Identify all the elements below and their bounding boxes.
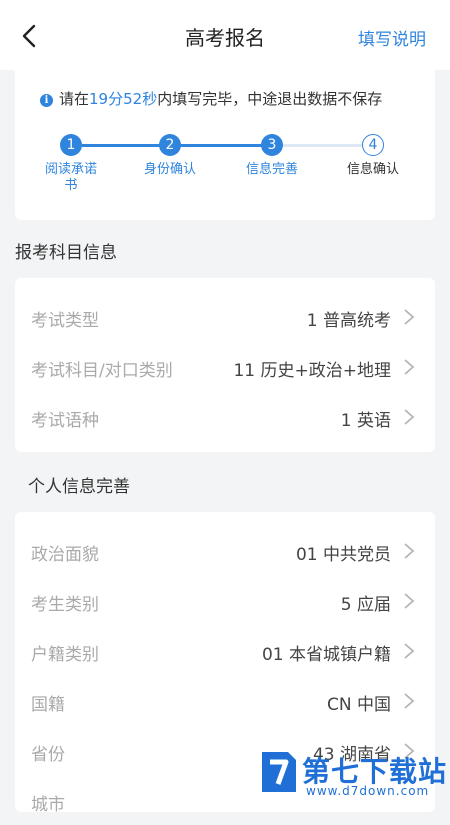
row-household-type[interactable]: 户籍类别 01 本省城镇户籍	[15, 625, 435, 675]
help-link[interactable]: 填写说明	[358, 25, 426, 50]
chevron-right-icon	[404, 643, 415, 659]
chevron-right-icon	[404, 693, 415, 709]
row-exam-type[interactable]: 考试类型 1 普高统考	[15, 291, 435, 341]
personal-section-title: 个人信息完善	[28, 477, 130, 497]
row-label: 城市	[31, 795, 65, 815]
row-exam-language[interactable]: 考试语种 1 英语	[15, 391, 435, 441]
row-label: 户籍类别	[31, 645, 99, 665]
watermark-logo: 第七下载站 www.d7down.com	[258, 748, 448, 800]
step-connector	[282, 144, 369, 147]
download-logo-icon	[262, 752, 296, 792]
row-value: 5 应届	[340, 595, 391, 615]
watermark-url: www.d7down.com	[306, 784, 430, 798]
row-value: 1 英语	[340, 411, 391, 431]
row-label: 考生类别	[31, 595, 99, 615]
row-value: 11 历史+政治+地理	[233, 361, 391, 381]
row-label: 国籍	[31, 695, 65, 715]
step-connector	[180, 144, 272, 147]
row-nationality[interactable]: 国籍 CN 中国	[15, 675, 435, 725]
step-4-circle: 4	[362, 134, 384, 156]
row-label: 政治面貌	[31, 545, 99, 565]
row-value: CN 中国	[327, 695, 391, 715]
row-value: 01 中共党员	[295, 545, 391, 565]
step-4-label: 信息确认	[346, 162, 399, 177]
row-label: 考试语种	[31, 411, 99, 431]
info-icon: i	[40, 94, 53, 107]
chevron-right-icon	[404, 409, 415, 425]
step-3-label: 信息完善	[245, 162, 298, 177]
time-notice: i 请在19分52秒内填写完毕，中途退出数据不保存	[40, 88, 382, 109]
row-candidate-type[interactable]: 考生类别 5 应届	[15, 575, 435, 625]
row-political-status[interactable]: 政治面貌 01 中共党员	[15, 525, 435, 575]
row-value: 1 普高统考	[306, 311, 391, 331]
progress-card: i 请在19分52秒内填写完毕，中途退出数据不保存 1 2 3 4 阅读承诺书 身…	[15, 64, 435, 220]
chevron-right-icon	[404, 543, 415, 559]
subjects-card: 考试类型 1 普高统考 考试科目/对口类别 11 历史+政治+地理 考试语种 1…	[15, 278, 435, 452]
countdown-time: 19分52秒	[89, 90, 158, 108]
step-2-circle: 2	[159, 134, 181, 156]
step-2-label: 身份确认	[143, 162, 196, 177]
row-value: 01 本省城镇户籍	[261, 645, 391, 665]
row-label: 考试类型	[31, 311, 99, 331]
step-indicator: 1 2 3 4 阅读承诺书 身份确认 信息完善 信息确认	[15, 134, 435, 214]
step-1-label: 阅读承诺书	[44, 162, 97, 193]
step-3-circle: 3	[261, 134, 283, 156]
row-label: 考试科目/对口类别	[31, 361, 173, 381]
step-connector	[82, 144, 170, 147]
chevron-right-icon	[404, 309, 415, 325]
chevron-right-icon	[404, 359, 415, 375]
subjects-section-title: 报考科目信息	[15, 243, 117, 263]
chevron-right-icon	[404, 593, 415, 609]
nav-bar: 高考报名 填写说明	[0, 0, 450, 70]
row-label: 省份	[31, 745, 65, 765]
step-1-circle: 1	[60, 134, 82, 156]
row-exam-subjects[interactable]: 考试科目/对口类别 11 历史+政治+地理	[15, 341, 435, 391]
